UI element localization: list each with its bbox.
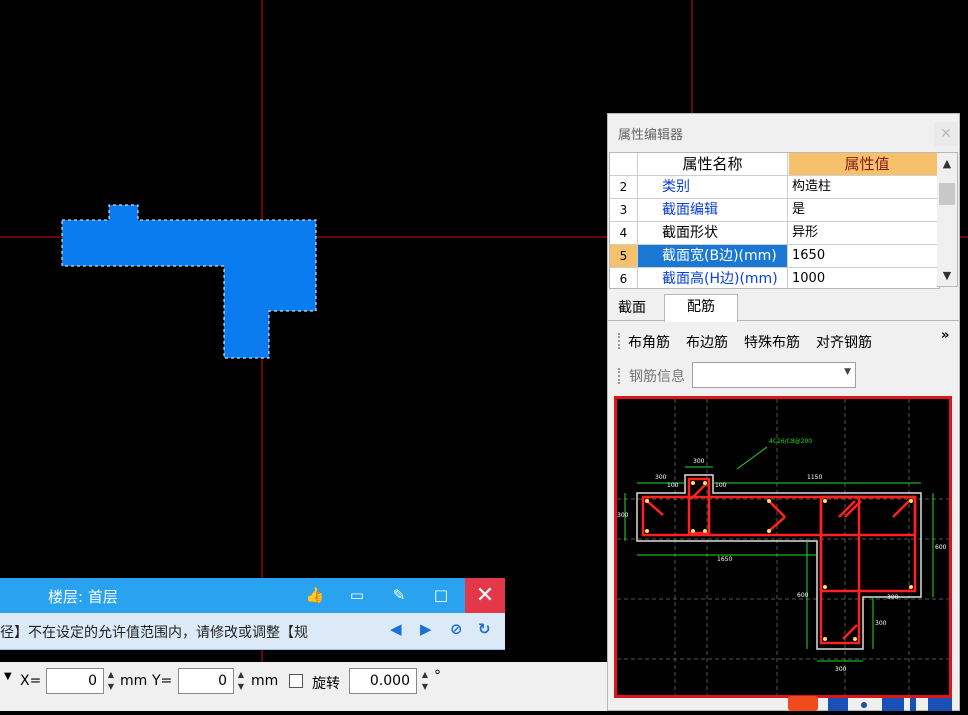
x-input[interactable]: 0 xyxy=(46,668,104,694)
table-row[interactable]: 2 类别 构造柱 xyxy=(610,176,939,199)
toolbar-grip[interactable] xyxy=(618,333,622,349)
x-spinner-icon[interactable]: ▲ ▼ xyxy=(106,669,116,693)
dim-label: 300 xyxy=(835,666,847,673)
x-unit: mm xyxy=(120,673,148,689)
rebar-annotation: 4C16/C8@200 xyxy=(769,438,812,445)
rotate-input[interactable]: 0.000 xyxy=(349,668,417,694)
row-number: 5 xyxy=(610,245,638,267)
y-unit: mm xyxy=(251,673,279,689)
rebar-preview-drawing: 300 300 100 100 1150 1650 600 600 300 30… xyxy=(617,399,949,695)
dim-label: 100 xyxy=(667,482,679,489)
rotate-spinner-icon[interactable]: ▲ ▼ xyxy=(420,669,430,693)
column-header-name: 属性名称 xyxy=(638,153,788,175)
property-value[interactable]: 异形 xyxy=(789,222,939,244)
property-editor-panel: 属性编辑器 ✕ 属性名称 属性值 2 类别 构造柱 3 截面编辑 是 4 截面形… xyxy=(607,113,960,711)
dim-label: 600 xyxy=(935,544,947,551)
floor-label: 楼层: 首层 xyxy=(48,588,118,606)
dim-label: 300 xyxy=(887,594,899,601)
property-name: 类别 xyxy=(638,176,788,198)
dimension-lines xyxy=(624,446,934,662)
property-name: 截面形状 xyxy=(638,222,788,244)
degree-symbol: ° xyxy=(434,668,441,684)
dim-label: 1650 xyxy=(717,556,732,563)
row-number-header xyxy=(610,153,638,175)
x-label: X= xyxy=(20,673,42,689)
property-value[interactable]: 是 xyxy=(789,199,939,221)
y-spinner-icon[interactable]: ▲ ▼ xyxy=(236,669,246,693)
property-value[interactable]: 1650 xyxy=(789,245,939,267)
rebar-info-select[interactable]: ▼ xyxy=(692,362,856,388)
refresh-icon[interactable]: ↻ xyxy=(478,620,491,638)
tab-section[interactable]: 截面 xyxy=(614,296,650,320)
stirrups xyxy=(641,477,917,645)
scroll-up-icon[interactable]: ▲ xyxy=(937,153,957,175)
table-row-selected[interactable]: 5 截面宽(B边)(mm) 1650 xyxy=(610,245,939,268)
rotate-label: 旋转 xyxy=(312,676,340,692)
ime-icons xyxy=(788,696,952,711)
message-bar: 径】不在设定的允许值范围内，请修改或调整【规 ◀ ▶ ⊘ ↻ xyxy=(0,613,505,650)
property-editor-title: 属性编辑器 xyxy=(618,128,684,143)
row-number: 4 xyxy=(610,222,638,244)
floor-bar: 楼层: 首层 👍 ▭ ✎ □ ✕ xyxy=(0,578,505,613)
editor-tabs: 截面 配筋 xyxy=(608,294,959,322)
table-row[interactable]: 3 截面编辑 是 xyxy=(610,199,939,222)
dim-label: 300 xyxy=(617,512,629,519)
next-icon[interactable]: ▶ xyxy=(420,620,432,638)
column-header-value: 属性值 xyxy=(789,153,939,175)
property-editor-titlebar[interactable]: 属性编辑器 ✕ xyxy=(608,114,959,150)
dim-label: 100 xyxy=(715,482,727,489)
table-scrollbar[interactable]: ▲ ▼ xyxy=(937,152,958,287)
dim-label: 300 xyxy=(655,474,667,481)
maximize-icon[interactable]: □ xyxy=(430,584,452,606)
scroll-down-icon[interactable]: ▼ xyxy=(937,265,957,287)
message-text: 径】不在设定的允许值范围内，请修改或调整【规 xyxy=(0,625,308,641)
rebar-info-toolbar: 钢筋信息 ▼ xyxy=(608,360,959,390)
tab-rebar[interactable]: 配筋 xyxy=(664,294,738,322)
status-bar: ▼ X= 0 ▲ ▼ mm Y= 0 ▲ ▼ mm 旋转 0.000 ▲ ▼ ° xyxy=(0,662,607,711)
property-name: 截面编辑 xyxy=(638,199,788,221)
table-row[interactable]: 4 截面形状 异形 xyxy=(610,222,939,245)
rebar-info-label: 钢筋信息 xyxy=(629,369,685,385)
property-name: 截面宽(B边)(mm) xyxy=(638,245,788,267)
chevron-down-icon[interactable]: ▼ xyxy=(4,671,12,682)
property-name: 截面高(H边)(mm) xyxy=(638,268,788,288)
property-table: 属性名称 属性值 2 类别 构造柱 3 截面编辑 是 4 截面形状 异形 5 截… xyxy=(609,152,940,289)
edge-rebar-button[interactable]: 布边筋 xyxy=(686,332,728,352)
rebar-toolbar: 布角筋 布边筋 特殊布筋 对齐钢筋 » xyxy=(608,326,959,356)
row-number: 3 xyxy=(610,199,638,221)
toolbar-grip[interactable] xyxy=(618,368,622,384)
edit-icon[interactable]: ✎ xyxy=(388,584,410,606)
dim-label: 600 xyxy=(797,592,809,599)
dim-label: 1150 xyxy=(807,474,822,481)
cancel-icon[interactable]: ⊘ xyxy=(450,620,463,638)
special-rebar-button[interactable]: 特殊布筋 xyxy=(744,332,800,352)
y-input[interactable]: 0 xyxy=(178,668,234,694)
row-number: 6 xyxy=(610,268,638,288)
ime-toolbar[interactable] xyxy=(788,694,968,711)
prev-icon[interactable]: ◀ xyxy=(390,620,402,638)
align-rebar-button[interactable]: 对齐钢筋 xyxy=(816,332,872,352)
dim-label: 300 xyxy=(875,620,887,627)
row-number: 2 xyxy=(610,176,638,198)
close-icon[interactable]: ✕ xyxy=(934,122,958,146)
close-icon[interactable]: ✕ xyxy=(465,578,505,613)
scroll-thumb[interactable] xyxy=(939,183,955,205)
comment-icon[interactable]: ▭ xyxy=(346,584,368,606)
rebar-preview[interactable]: 300 300 100 100 1150 1650 600 600 300 30… xyxy=(614,396,952,698)
table-row[interactable]: 6 截面高(H边)(mm) 1000 xyxy=(610,268,939,288)
toolbar-more-icon[interactable]: » xyxy=(941,328,949,343)
thumbs-up-icon[interactable]: 👍 xyxy=(304,584,326,606)
table-header: 属性名称 属性值 xyxy=(610,153,939,176)
dim-label: 300 xyxy=(693,458,705,465)
dimension-labels: 300 300 100 100 1150 1650 600 600 300 30… xyxy=(617,458,947,673)
corner-rebar-button[interactable]: 布角筋 xyxy=(628,332,670,352)
chevron-down-icon: ▼ xyxy=(844,367,851,377)
y-label: Y= xyxy=(152,673,173,689)
rotate-checkbox[interactable] xyxy=(289,674,303,688)
property-value[interactable]: 1000 xyxy=(789,268,939,288)
property-value[interactable]: 构造柱 xyxy=(789,176,939,198)
